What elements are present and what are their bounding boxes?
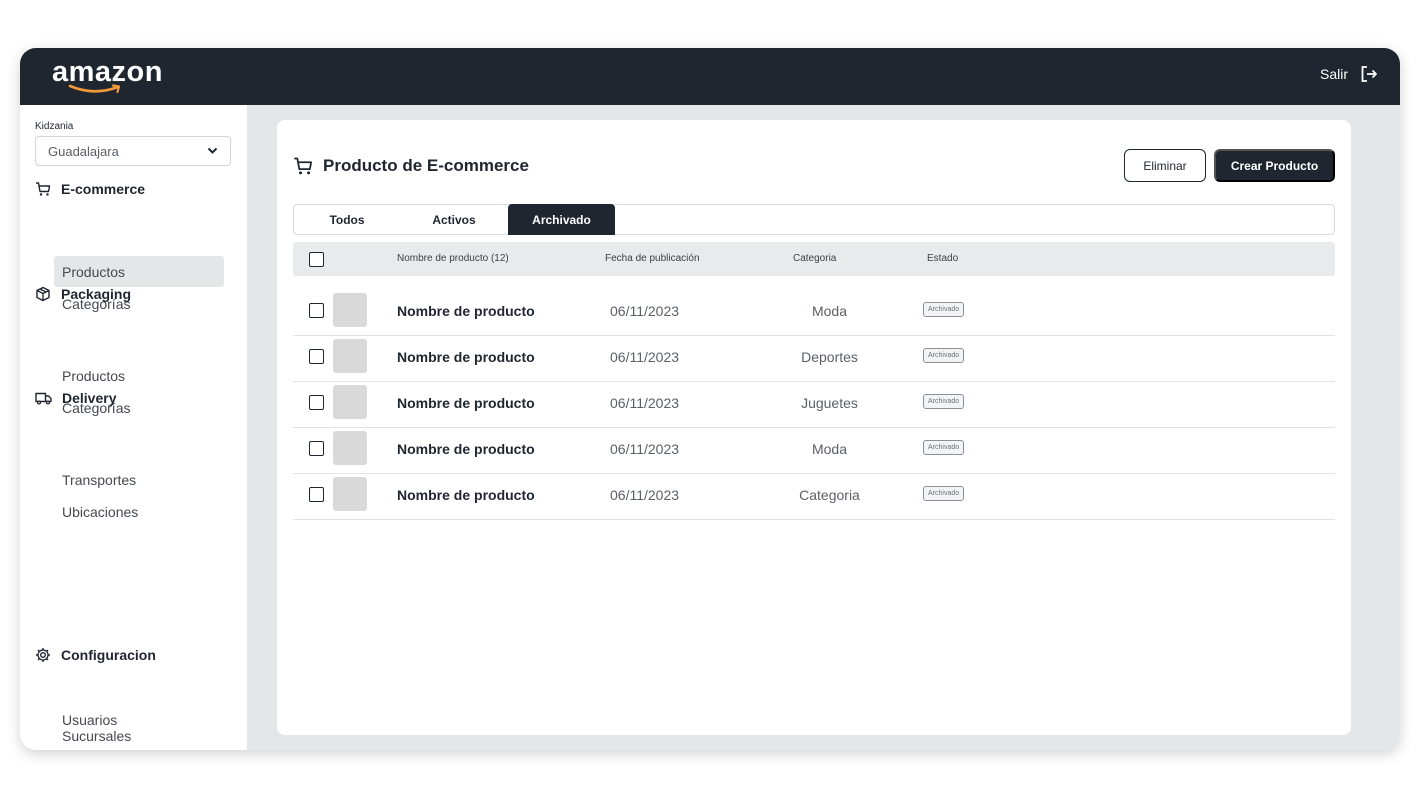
logout-icon — [1361, 66, 1377, 82]
top-bar: amazon Salir — [20, 48, 1400, 105]
sidebar-section-label: Configuracion — [61, 647, 156, 663]
sidebar-section-configuracion[interactable]: Configuracion — [35, 647, 156, 663]
sidebar-item-delivery-ubicaciones[interactable]: Ubicaciones — [54, 496, 224, 527]
publication-date: 06/11/2023 — [610, 487, 680, 503]
logo-smile-icon — [68, 84, 121, 94]
column-header-name[interactable]: Nombre de producto (12) — [397, 253, 509, 264]
product-category: Juguetes — [801, 395, 858, 411]
status-badge: Archivado — [923, 440, 965, 455]
product-category: Moda — [811, 441, 848, 457]
publication-date: 06/11/2023 — [610, 303, 680, 319]
product-thumbnail — [333, 293, 367, 327]
row-checkbox[interactable] — [309, 349, 324, 364]
sidebar-section-label: Packaging — [61, 286, 132, 302]
status-badge: Archivado — [923, 348, 965, 363]
sidebar-item-label: Usuarios — [62, 711, 118, 728]
page-title: Producto de E-commerce — [293, 156, 529, 176]
product-name[interactable]: Nombre de producto — [397, 303, 535, 319]
product-category: Categoria — [799, 487, 860, 503]
status-badge: Archivado — [923, 486, 965, 501]
table-row[interactable]: Nombre de producto 06/11/2023 Moda Archi… — [293, 290, 1335, 336]
row-checkbox[interactable] — [309, 303, 324, 318]
sidebar-item-label: Transportes — [62, 471, 137, 488]
publication-date: 06/11/2023 — [610, 441, 680, 457]
delete-button[interactable]: Eliminar — [1124, 149, 1206, 182]
status-tabs: Todos Activos Archivado — [293, 204, 1335, 235]
main-panel: Producto de E-commerce Eliminar Crear Pr… — [277, 120, 1351, 735]
row-checkbox[interactable] — [309, 441, 324, 456]
product-thumbnail — [333, 477, 367, 511]
create-product-button[interactable]: Crear Producto — [1214, 149, 1335, 182]
settings-icon — [36, 648, 50, 662]
product-thumbnail — [333, 339, 367, 373]
logout-label: Salir — [1319, 66, 1348, 82]
table-header: Nombre de producto (12) Fecha de publica… — [293, 242, 1335, 276]
column-header-category[interactable]: Categoria — [793, 253, 836, 264]
page-title-text: Producto de E-commerce — [323, 156, 529, 175]
sidebar-section-delivery[interactable]: Delivery — [35, 390, 116, 406]
sidebar-section-ecommerce[interactable]: E-commerce — [35, 181, 145, 197]
sidebar-item-ecommerce-productos[interactable]: Productos — [54, 256, 224, 287]
status-badge: Archivado — [923, 394, 965, 409]
sidebar-item-packaging-productos[interactable]: Productos — [54, 360, 224, 391]
table-row[interactable]: Nombre de producto 06/11/2023 Deportes A… — [293, 336, 1335, 382]
product-name[interactable]: Nombre de producto — [397, 395, 535, 411]
app-window: amazon Salir Kidzania Guadalajara E-comm… — [20, 48, 1400, 750]
column-header-status[interactable]: Estado — [927, 253, 958, 264]
status-badge: Archivado — [923, 302, 965, 317]
publication-date: 06/11/2023 — [610, 349, 680, 365]
sidebar-section-label: Delivery — [62, 390, 117, 406]
product-category: Deportes — [801, 349, 858, 365]
sidebar-item-configuracion-usuarios[interactable]: Usuarios — [54, 704, 224, 735]
chevron-down-icon — [207, 147, 218, 154]
sidebar-item-delivery-transportes[interactable]: Transportes — [54, 464, 224, 495]
location-select-value: Guadalajara — [48, 143, 119, 159]
organization-label: Kidzania — [35, 121, 74, 132]
tab-activos[interactable]: Activos — [400, 204, 508, 235]
logout-button[interactable]: Salir — [1320, 65, 1378, 83]
tab-todos[interactable]: Todos — [294, 204, 400, 235]
sidebar-item-label: Ubicaciones — [62, 503, 139, 520]
cart-icon — [294, 157, 312, 175]
sidebar-item-label: Productos — [62, 367, 126, 384]
table-row[interactable]: Nombre de producto 06/11/2023 Juguetes A… — [293, 382, 1335, 428]
row-checkbox[interactable] — [309, 395, 324, 410]
sidebar-section-label: E-commerce — [61, 181, 146, 197]
cart-icon — [36, 182, 51, 196]
table-row[interactable]: Nombre de producto 06/11/2023 Moda Archi… — [293, 428, 1335, 474]
row-checkbox[interactable] — [309, 487, 324, 502]
product-name[interactable]: Nombre de producto — [397, 487, 535, 503]
sidebar-section-packaging[interactable]: Packaging — [35, 286, 131, 302]
column-header-date[interactable]: Fecha de publicación — [605, 253, 700, 264]
table-row[interactable]: Nombre de producto 06/11/2023 Categoria … — [293, 474, 1335, 520]
location-select[interactable]: Guadalajara — [35, 136, 231, 166]
tab-archivado[interactable]: Archivado — [508, 204, 615, 235]
sidebar-item-label: Productos — [62, 263, 126, 280]
product-thumbnail — [333, 431, 367, 465]
truck-icon — [35, 392, 52, 405]
product-thumbnail — [333, 385, 367, 419]
publication-date: 06/11/2023 — [610, 395, 680, 411]
product-name[interactable]: Nombre de producto — [397, 349, 535, 365]
amazon-logo[interactable]: amazon — [52, 54, 162, 100]
box-icon — [36, 286, 50, 302]
product-category: Moda — [811, 303, 848, 319]
product-name[interactable]: Nombre de producto — [397, 441, 535, 457]
select-all-checkbox[interactable] — [309, 252, 324, 267]
sidebar: Kidzania Guadalajara E-commerce Producto… — [20, 105, 247, 750]
